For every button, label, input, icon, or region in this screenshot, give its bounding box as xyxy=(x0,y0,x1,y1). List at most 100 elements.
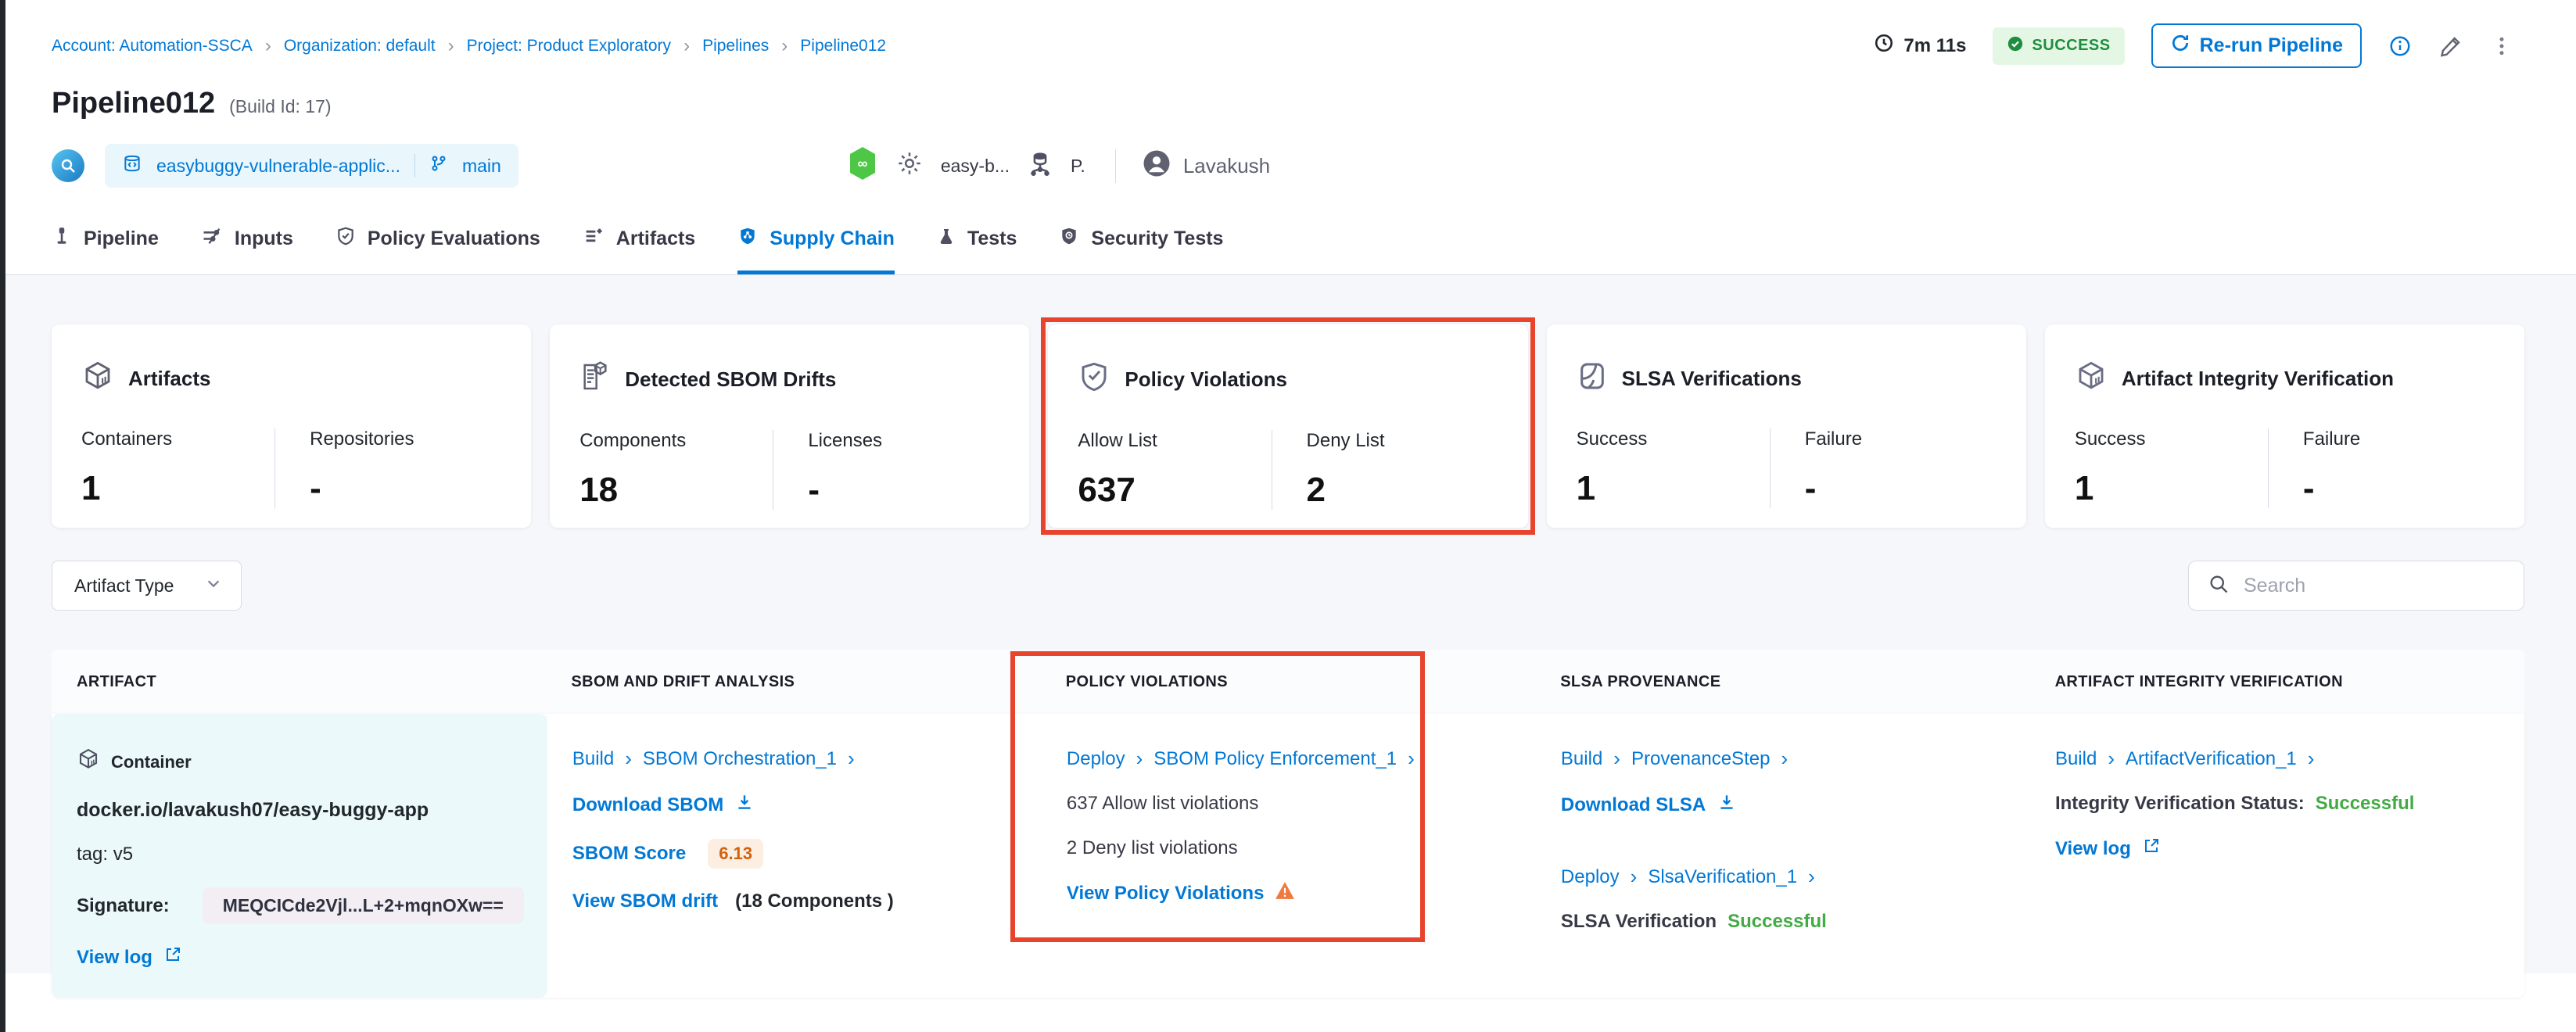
tab-policy-evaluations[interactable]: Policy Evaluations xyxy=(335,208,540,274)
window-left-edge xyxy=(0,0,5,1032)
chevron-separator-icon: › xyxy=(1781,747,1788,771)
tab-inputs[interactable]: Inputs xyxy=(201,208,293,274)
branch-name[interactable]: main xyxy=(462,156,501,177)
column-header-sbom: SBOM AND DRIFT ANALYSIS xyxy=(546,673,1040,691)
view-sbom-drift-link[interactable]: View SBOM drift xyxy=(572,890,718,912)
signature-value: MEQCICde2Vjl...L+2+mqnOXw== xyxy=(203,887,524,924)
tab-security-tests[interactable]: Security Tests xyxy=(1059,208,1223,274)
tab-pipeline[interactable]: Pipeline xyxy=(52,208,159,274)
stat-label: Failure xyxy=(1805,428,1963,450)
tab-supply-chain[interactable]: Supply Chain xyxy=(737,208,895,274)
sbom-drift-count: (18 Components ) xyxy=(735,890,894,912)
clock-icon xyxy=(1874,33,1894,59)
container-cube-icon xyxy=(77,747,100,777)
breadcrumb-account[interactable]: Account: Automation-SSCA xyxy=(52,37,253,56)
pipeline-icon xyxy=(52,226,72,252)
download-icon xyxy=(734,792,755,818)
cube-icon xyxy=(81,359,114,399)
stat-value: 1 xyxy=(1577,469,1770,508)
warning-triangle-icon xyxy=(1275,881,1295,905)
stat-label: Success xyxy=(2075,428,2268,450)
stage-link[interactable]: Build xyxy=(572,748,614,770)
slsa-icon xyxy=(1577,359,1608,399)
edit-pencil-icon[interactable] xyxy=(2438,34,2463,59)
svg-text:∞: ∞ xyxy=(857,156,867,171)
harness-ci-icon: ∞ xyxy=(847,146,878,185)
stage-link[interactable]: Deploy xyxy=(1561,866,1620,888)
branch-icon xyxy=(429,154,448,177)
step-link[interactable]: SBOM Orchestration_1 xyxy=(643,748,837,770)
stat-value: 1 xyxy=(2075,469,2268,508)
table-header-row: ARTIFACT SBOM AND DRIFT ANALYSIS POLICY … xyxy=(52,650,2524,714)
breadcrumb-pipeline012[interactable]: Pipeline012 xyxy=(800,37,886,56)
artifact-type-dropdown[interactable]: Artifact Type xyxy=(52,561,242,611)
slsa-cell: Build › ProvenanceStep › Download SLSA D… xyxy=(1536,714,2030,998)
download-sbom-link[interactable]: Download SBOM xyxy=(572,794,723,816)
check-circle-icon xyxy=(2007,35,2024,57)
stat-value: 2 xyxy=(1307,471,1465,510)
build-id: (Build Id: 17) xyxy=(229,96,331,117)
stat-label: Components xyxy=(579,430,773,452)
sbom-score-link[interactable]: SBOM Score xyxy=(572,843,686,865)
card-artifact-integrity: Artifact Integrity Verification Success … xyxy=(2045,324,2524,528)
kebab-menu-icon[interactable] xyxy=(2490,34,2513,58)
column-header-policy: POLICY VIOLATIONS xyxy=(1041,673,1535,691)
chevron-separator-icon: › xyxy=(683,37,690,56)
view-log-link[interactable]: View log xyxy=(77,947,152,969)
breadcrumb-pipelines[interactable]: Pipelines xyxy=(702,37,769,56)
slsa-status-value: Successful xyxy=(1727,911,1827,933)
stat-label: Licenses xyxy=(808,430,966,452)
view-log-link[interactable]: View log xyxy=(2055,838,2131,860)
step-link[interactable]: ProvenanceStep xyxy=(1631,748,1770,770)
shield-scan-icon xyxy=(1059,226,1079,252)
refresh-icon xyxy=(2170,33,2190,59)
shield-check-icon xyxy=(335,226,356,252)
tab-bar: Pipeline Inputs Policy Evaluations Artif… xyxy=(0,208,2576,275)
column-header-artifact: ARTIFACT xyxy=(52,673,546,691)
stat-value: - xyxy=(2303,469,2461,508)
stat-label: Allow List xyxy=(1078,430,1271,452)
page-title: Pipeline012 xyxy=(52,87,215,120)
environment-short: P. xyxy=(1071,156,1085,177)
artifact-tag: tag: v5 xyxy=(77,843,524,866)
stat-label: Failure xyxy=(2303,428,2461,450)
info-icon[interactable] xyxy=(2388,34,2412,58)
step-link[interactable]: SlsaVerification_1 xyxy=(1648,866,1797,888)
download-slsa-link[interactable]: Download SLSA xyxy=(1561,794,1706,816)
card-slsa-verifications: SLSA Verifications Success 1 Failure - xyxy=(1547,324,2026,528)
table-row: Container docker.io/lavakush07/easy-bugg… xyxy=(52,714,2524,998)
sbom-cell: Build › SBOM Orchestration_1 › Download … xyxy=(547,714,1042,998)
breadcrumb-organization[interactable]: Organization: default xyxy=(284,37,436,56)
stage-link[interactable]: Build xyxy=(1561,748,1602,770)
repo-name[interactable]: easybuggy-vulnerable-applic... xyxy=(156,156,400,177)
chevron-separator-icon: › xyxy=(1136,747,1143,771)
chevron-separator-icon: › xyxy=(448,37,454,56)
search-icon xyxy=(2208,573,2230,599)
stage-link[interactable]: Build xyxy=(2055,748,2097,770)
artifact-type-label: Container xyxy=(111,752,192,772)
signature-label: Signature: xyxy=(77,895,170,917)
stat-value: 637 xyxy=(1078,471,1271,510)
step-link[interactable]: SBOM Policy Enforcement_1 xyxy=(1153,748,1397,770)
chevron-separator-icon: › xyxy=(1613,747,1620,771)
repository-icon xyxy=(122,153,142,178)
chevron-separator-icon: › xyxy=(1631,865,1638,889)
stat-value: - xyxy=(310,469,468,508)
search-input[interactable] xyxy=(2244,575,2505,597)
chevron-separator-icon: › xyxy=(265,37,271,56)
infrastructure-icon xyxy=(1027,149,1053,182)
chevron-separator-icon: › xyxy=(2108,747,2115,771)
cube-icon xyxy=(2075,359,2108,399)
tab-tests[interactable]: Tests xyxy=(937,208,1017,274)
chevron-separator-icon: › xyxy=(625,747,632,771)
tab-artifacts[interactable]: Artifacts xyxy=(583,208,695,274)
stage-link[interactable]: Deploy xyxy=(1067,748,1125,770)
flask-icon xyxy=(937,226,956,252)
trigger-name: easy-b... xyxy=(941,156,1010,177)
download-icon xyxy=(1717,792,1737,818)
view-policy-violations-link[interactable]: View Policy Violations xyxy=(1067,883,1265,905)
step-link[interactable]: ArtifactVerification_1 xyxy=(2126,748,2297,770)
rerun-pipeline-button[interactable]: Re-run Pipeline xyxy=(2151,23,2362,68)
allow-list-violations-text: 637 Allow list violations xyxy=(1067,792,1512,815)
breadcrumb-project[interactable]: Project: Product Exploratory xyxy=(467,37,671,56)
